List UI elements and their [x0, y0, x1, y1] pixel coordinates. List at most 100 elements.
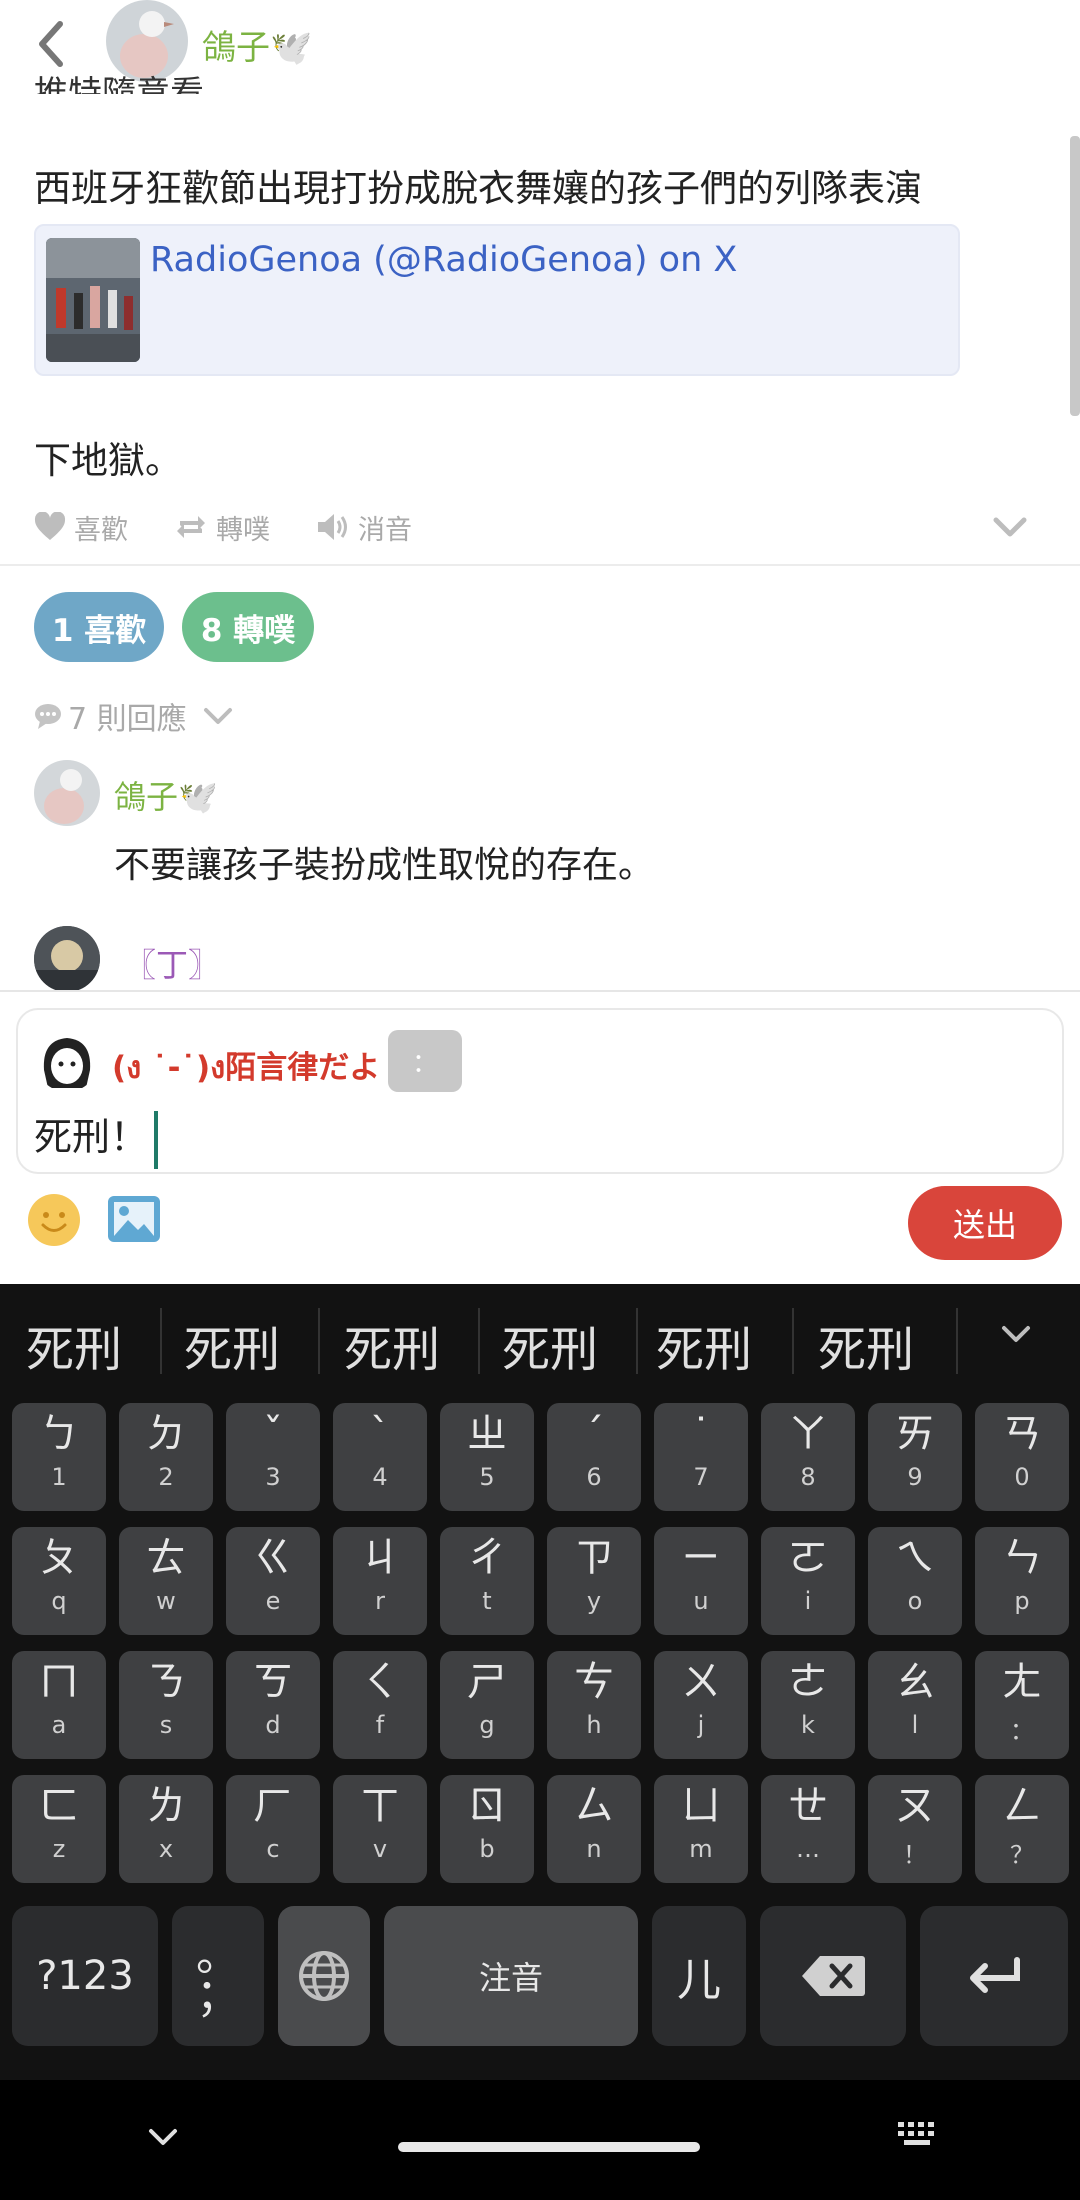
- chevron-down-icon: [203, 708, 232, 724]
- key-latin: k: [801, 1711, 815, 1739]
- key-z[interactable]: ㄈz: [12, 1775, 106, 1883]
- key-latin: p: [1014, 1587, 1030, 1615]
- key-latin: f: [375, 1711, 385, 1739]
- divider: [0, 564, 1080, 566]
- key-glyph: ㄣ: [1002, 1535, 1042, 1581]
- key-9[interactable]: ㄞ9: [868, 1403, 962, 1511]
- key-b[interactable]: ㄖb: [440, 1775, 534, 1883]
- key-glyph: ㄏ: [253, 1783, 293, 1829]
- link-title[interactable]: RadioGenoa (@RadioGenoa) on X: [150, 240, 737, 280]
- key-u[interactable]: ㄧu: [654, 1527, 748, 1635]
- reply-compose-box[interactable]: (ง ˙-˙)ง陌言律だよ ： 死刑！: [16, 1008, 1064, 1174]
- key-2[interactable]: ㄉ2: [119, 1403, 213, 1511]
- key-glyph: ㄋ: [146, 1659, 186, 1705]
- key-latin: c: [266, 1835, 280, 1863]
- key-latin: 3: [265, 1463, 281, 1491]
- reply-input[interactable]: 死刑！: [34, 1106, 159, 1169]
- key-glyph: ㄗ: [574, 1535, 614, 1581]
- key-latin: ：: [1010, 1717, 1034, 1745]
- key-y[interactable]: ㄗy: [547, 1527, 641, 1635]
- space-key[interactable]: 注音: [384, 1906, 638, 2046]
- key-latin: q: [51, 1587, 67, 1615]
- key-latin: h: [586, 1711, 602, 1739]
- reply-author[interactable]: 〖丁〗: [124, 940, 220, 986]
- key-m[interactable]: ㄩm: [654, 1775, 748, 1883]
- key-h[interactable]: ㄘh: [547, 1651, 641, 1759]
- like-action[interactable]: 喜歡: [34, 508, 128, 547]
- send-button[interactable]: 送出: [908, 1186, 1062, 1260]
- chevron-down-icon[interactable]: [990, 512, 1030, 546]
- key-：[interactable]: ㄤ：: [975, 1651, 1069, 1759]
- key-latin: w: [156, 1587, 176, 1615]
- avatar[interactable]: [34, 926, 100, 992]
- key-！[interactable]: ㄡ！: [868, 1775, 962, 1883]
- avatar[interactable]: [34, 760, 100, 826]
- reply-author[interactable]: 鴿子🕊️: [114, 772, 218, 818]
- key-latin: ！: [903, 1841, 927, 1869]
- er-key[interactable]: 儿: [652, 1906, 746, 2046]
- key-7[interactable]: ˙ 7: [654, 1403, 748, 1511]
- globe-icon[interactable]: [278, 1906, 370, 2046]
- key-q[interactable]: ㄆq: [12, 1527, 106, 1635]
- key-latin: t: [482, 1587, 492, 1615]
- key-p[interactable]: ㄣp: [975, 1527, 1069, 1635]
- key-glyph: ㄉ: [146, 1411, 186, 1457]
- key-？[interactable]: ㄥ？: [975, 1775, 1069, 1883]
- key-k[interactable]: ㄜk: [761, 1651, 855, 1759]
- key-5[interactable]: ㄓ5: [440, 1403, 534, 1511]
- key-j[interactable]: ㄨj: [654, 1651, 748, 1759]
- key-s[interactable]: ㄋs: [119, 1651, 213, 1759]
- key-…[interactable]: ㄝ…: [761, 1775, 855, 1883]
- key-latin: j: [697, 1711, 705, 1739]
- key-0[interactable]: ㄢ0: [975, 1403, 1069, 1511]
- key-a[interactable]: ㄇa: [12, 1651, 106, 1759]
- key-o[interactable]: ㄟo: [868, 1527, 962, 1635]
- key-n[interactable]: ㄙn: [547, 1775, 641, 1883]
- key-x[interactable]: ㄌx: [119, 1775, 213, 1883]
- key-f[interactable]: ㄑf: [333, 1651, 427, 1759]
- key-latin: z: [52, 1835, 66, 1863]
- key-4[interactable]: ˋ4: [333, 1403, 427, 1511]
- replurks-count-badge[interactable]: 8 轉噗: [182, 592, 314, 662]
- enter-icon[interactable]: [920, 1906, 1068, 2046]
- image-upload-icon[interactable]: [106, 1194, 162, 1244]
- key-t[interactable]: ㄔt: [440, 1527, 534, 1635]
- key-g[interactable]: ㄕg: [440, 1651, 534, 1759]
- key-c[interactable]: ㄏc: [226, 1775, 320, 1883]
- key-glyph: ㄒ: [360, 1783, 400, 1829]
- reply-count-toggle[interactable]: 7 則回應: [34, 694, 235, 738]
- key-l[interactable]: ㄠl: [868, 1651, 962, 1759]
- mute-action[interactable]: 消音: [316, 508, 412, 547]
- key-latin: ？: [1010, 1841, 1034, 1869]
- key-e[interactable]: ㄍe: [226, 1527, 320, 1635]
- symbols-key[interactable]: ?123: [12, 1906, 158, 2046]
- qualifier-selector[interactable]: ：: [388, 1030, 462, 1092]
- key-3[interactable]: ˇ3: [226, 1403, 320, 1511]
- text-cursor: [154, 1110, 159, 1169]
- key-6[interactable]: ˊ6: [547, 1403, 641, 1511]
- key-i[interactable]: ㄛi: [761, 1527, 855, 1635]
- likes-count-badge[interactable]: 1 喜歡: [34, 592, 164, 662]
- punctuation-key[interactable]: 。；: [172, 1906, 264, 2046]
- key-glyph: ㄎ: [253, 1659, 293, 1705]
- key-latin: m: [689, 1835, 713, 1863]
- replurk-action[interactable]: 轉噗: [174, 508, 270, 547]
- key-1[interactable]: ㄅ1: [12, 1403, 106, 1511]
- scrollbar[interactable]: [1070, 136, 1080, 416]
- key-8[interactable]: ㄚ8: [761, 1403, 855, 1511]
- keyboard-switch-icon[interactable]: [896, 2120, 940, 2154]
- home-handle[interactable]: [398, 2142, 700, 2152]
- key-w[interactable]: ㄊw: [119, 1527, 213, 1635]
- link-preview-card[interactable]: RadioGenoa (@RadioGenoa) on X: [34, 224, 960, 376]
- key-latin: x: [158, 1835, 174, 1863]
- key-glyph: ㄑ: [360, 1659, 400, 1705]
- key-d[interactable]: ㄎd: [226, 1651, 320, 1759]
- key-v[interactable]: ㄒv: [333, 1775, 427, 1883]
- header-user-name[interactable]: 鴿子🕊️: [202, 20, 312, 69]
- backspace-icon[interactable]: [760, 1906, 906, 2046]
- key-latin: n: [586, 1835, 602, 1863]
- key-r[interactable]: ㄐr: [333, 1527, 427, 1635]
- hide-keyboard-icon[interactable]: [146, 2126, 180, 2152]
- emoji-icon[interactable]: [28, 1194, 80, 1246]
- key-latin: s: [159, 1711, 173, 1739]
